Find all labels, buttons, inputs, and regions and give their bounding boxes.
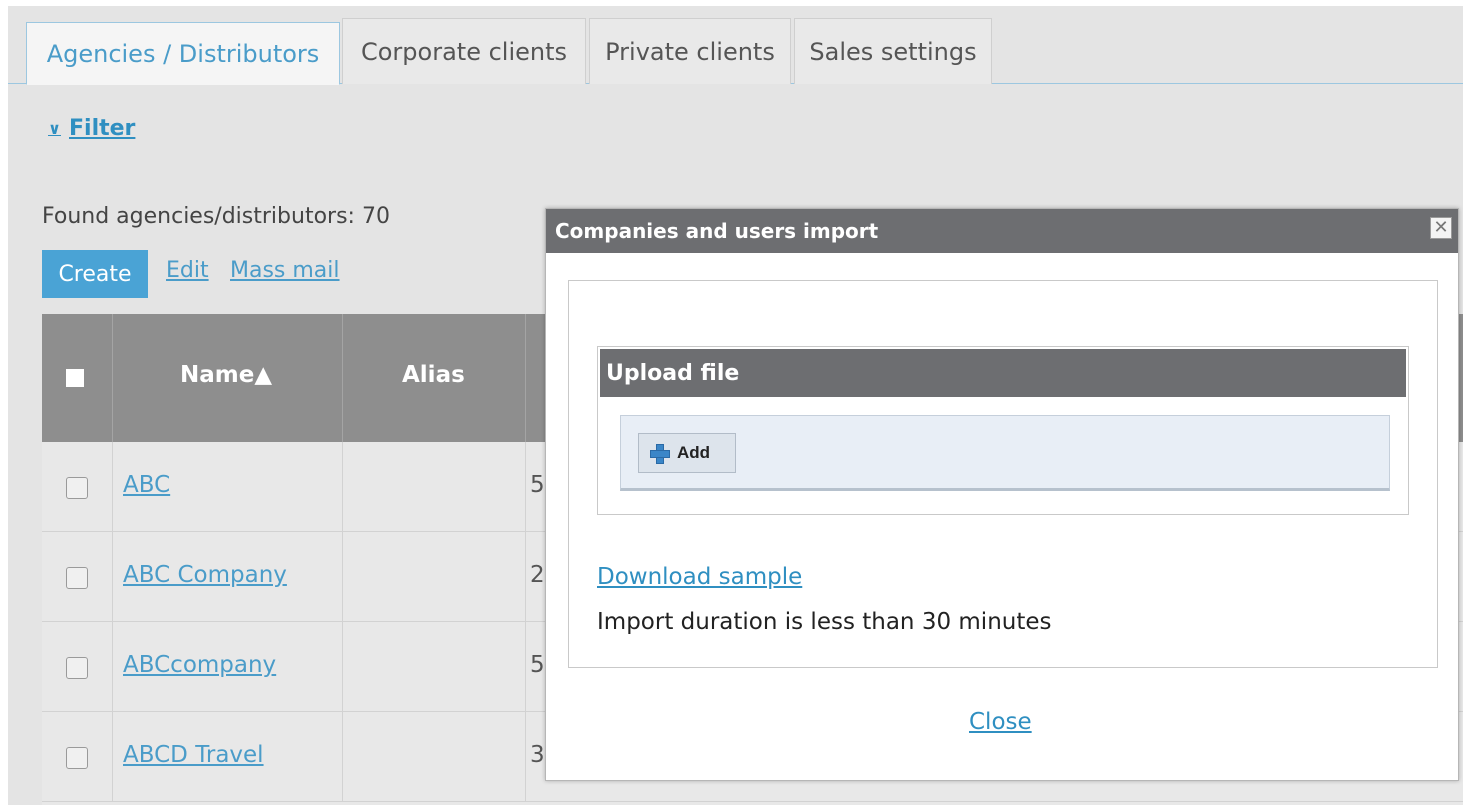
- cell-divider: [342, 442, 343, 532]
- edit-link[interactable]: Edit: [166, 258, 209, 283]
- cell-divider: [342, 712, 343, 802]
- cell-divider: [342, 622, 343, 712]
- download-sample-link[interactable]: Download sample: [597, 564, 802, 590]
- tab-corporate-clients[interactable]: Corporate clients: [342, 18, 586, 84]
- row-partial-value: 3: [530, 742, 545, 768]
- tab-agencies-distributors[interactable]: Agencies / Distributors: [26, 22, 340, 85]
- chevron-down-icon: ∨: [48, 119, 61, 138]
- row-checkbox[interactable]: [66, 567, 88, 589]
- upload-file-box: Upload file Add: [597, 346, 1409, 515]
- add-label: Add: [677, 443, 711, 462]
- create-button[interactable]: Create: [42, 250, 148, 298]
- tab-private-clients[interactable]: Private clients: [589, 18, 791, 84]
- row-partial-value: 2: [530, 562, 545, 588]
- filter-label: Filter: [69, 116, 136, 141]
- tab-bar: Agencies / Distributors Corporate client…: [8, 6, 1463, 85]
- close-link[interactable]: Close: [969, 709, 1032, 735]
- cell-divider: [525, 712, 526, 802]
- import-dialog: Companies and users import ✕ Upload file…: [545, 208, 1459, 781]
- upload-area: Add: [620, 415, 1390, 491]
- cell-divider: [525, 442, 526, 532]
- import-duration-text: Import duration is less than 30 minutes: [597, 609, 1052, 635]
- row-partial-value: 5: [530, 652, 545, 678]
- dialog-panel: Upload file Add Download sample Import d…: [568, 280, 1438, 668]
- cell-divider: [112, 622, 113, 712]
- row-name-link[interactable]: ABC Company: [123, 562, 287, 588]
- add-file-button[interactable]: Add: [638, 433, 736, 473]
- select-all-checkbox[interactable]: [66, 369, 84, 387]
- header-divider: [525, 314, 526, 442]
- tab-sales-settings[interactable]: Sales settings: [794, 18, 992, 84]
- header-divider: [112, 314, 113, 442]
- dialog-header: Companies and users import ✕: [546, 209, 1458, 253]
- close-icon[interactable]: ✕: [1430, 217, 1452, 239]
- row-name-link[interactable]: ABCcompany: [123, 652, 276, 678]
- cell-divider: [112, 442, 113, 532]
- cell-divider: [112, 532, 113, 622]
- mass-mail-link[interactable]: Mass mail: [230, 258, 340, 283]
- dialog-title: Companies and users import: [555, 219, 879, 243]
- found-count: Found agencies/distributors: 70: [42, 204, 390, 229]
- filter-toggle[interactable]: ∨ Filter: [48, 116, 135, 141]
- row-name-link[interactable]: ABCD Travel: [123, 742, 264, 768]
- plus-icon: [649, 443, 670, 464]
- column-header-alias[interactable]: Alias: [402, 362, 465, 388]
- row-checkbox[interactable]: [66, 477, 88, 499]
- cell-divider: [525, 622, 526, 712]
- cell-divider: [525, 532, 526, 622]
- cell-divider: [112, 712, 113, 802]
- row-partial-value: 5: [530, 472, 545, 498]
- column-header-name[interactable]: Name▲: [180, 362, 272, 388]
- upload-file-header: Upload file: [600, 349, 1406, 397]
- cell-divider: [342, 532, 343, 622]
- row-name-link[interactable]: ABC: [123, 472, 170, 498]
- row-checkbox[interactable]: [66, 657, 88, 679]
- row-checkbox[interactable]: [66, 747, 88, 769]
- header-divider: [342, 314, 343, 442]
